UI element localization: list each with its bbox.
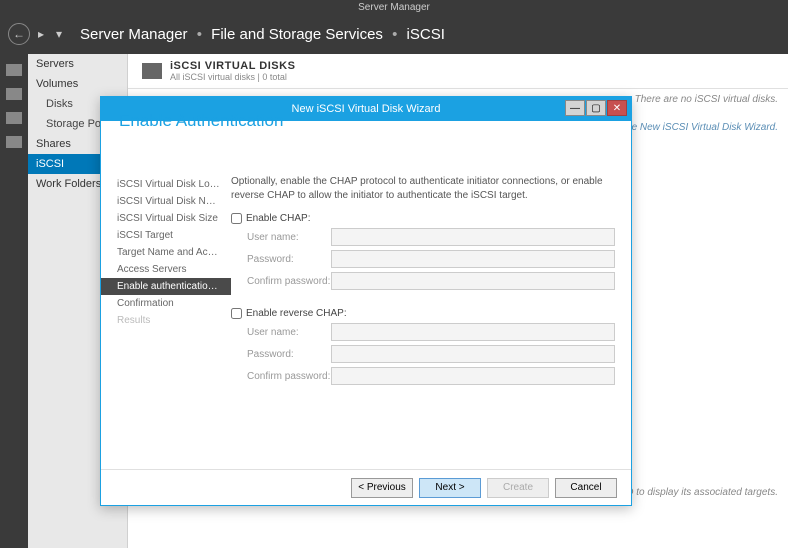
- step-access-servers[interactable]: Access Servers: [101, 261, 231, 278]
- wizard-dialog: New iSCSI Virtual Disk Wizard — ▢ ✕ Enab…: [100, 96, 632, 506]
- step-confirmation[interactable]: Confirmation: [101, 295, 231, 312]
- step-name[interactable]: iSCSI Virtual Disk Name: [101, 193, 231, 210]
- chap-pass-input[interactable]: [331, 250, 615, 268]
- chap-pass-label: Password:: [231, 254, 331, 265]
- icon-strip: [0, 54, 28, 548]
- chap-user-label: User name:: [231, 232, 331, 243]
- dialog-heading: Enable Authentication: [101, 97, 301, 141]
- up-button[interactable]: ▾: [52, 23, 66, 45]
- chap-confirm-label: Confirm password:: [231, 276, 331, 287]
- rchap-user-label: User name:: [231, 327, 331, 338]
- cancel-button[interactable]: Cancel: [555, 478, 617, 498]
- strip-icon[interactable]: [6, 112, 22, 124]
- sidebar-item-servers[interactable]: Servers: [28, 54, 127, 74]
- strip-icon[interactable]: [6, 136, 22, 148]
- rchap-pass-label: Password:: [231, 349, 331, 360]
- create-button: Create: [487, 478, 549, 498]
- hint-no-disks: There are no iSCSI virtual disks.: [635, 94, 778, 105]
- next-button[interactable]: Next >: [419, 478, 481, 498]
- app-titlebar: Server Manager: [0, 0, 788, 14]
- step-results: Results: [101, 312, 231, 329]
- maximize-button[interactable]: ▢: [586, 100, 606, 116]
- step-target[interactable]: iSCSI Target: [101, 227, 231, 244]
- rchap-user-input[interactable]: [331, 323, 615, 341]
- header: ← ▸ ▾ Server Manager • File and Storage …: [0, 14, 788, 54]
- close-button[interactable]: ✕: [607, 100, 627, 116]
- content-title: iSCSI VIRTUAL DISKS: [170, 60, 295, 72]
- app-title: Server Manager: [358, 2, 430, 13]
- rchap-pass-input[interactable]: [331, 345, 615, 363]
- minimize-button[interactable]: —: [565, 100, 585, 116]
- description-text: Optionally, enable the CHAP protocol to …: [231, 175, 615, 203]
- hint-targets: VHD to display its associated targets.: [612, 487, 778, 498]
- breadcrumb-root[interactable]: Server Manager: [80, 26, 188, 43]
- rchap-confirm-input[interactable]: [331, 367, 615, 385]
- content-header: iSCSI VIRTUAL DISKS All iSCSI virtual di…: [128, 54, 788, 89]
- dialog-content: Optionally, enable the CHAP protocol to …: [231, 121, 631, 469]
- chap-confirm-input[interactable]: [331, 272, 615, 290]
- step-authentication[interactable]: Enable authentication ser...: [101, 278, 231, 295]
- step-location[interactable]: iSCSI Virtual Disk Location: [101, 176, 231, 193]
- breadcrumb-section[interactable]: File and Storage Services: [211, 26, 383, 43]
- strip-icon[interactable]: [6, 88, 22, 100]
- rchap-confirm-label: Confirm password:: [231, 371, 331, 382]
- step-size[interactable]: iSCSI Virtual Disk Size: [101, 210, 231, 227]
- forward-button[interactable]: ▸: [34, 23, 48, 45]
- dialog-title: New iSCSI Virtual Disk Wizard: [292, 103, 441, 115]
- breadcrumb[interactable]: Server Manager • File and Storage Servic…: [80, 26, 445, 43]
- chap-user-input[interactable]: [331, 228, 615, 246]
- content-subtitle: All iSCSI virtual disks | 0 total: [170, 72, 295, 82]
- previous-button[interactable]: < Previous: [351, 478, 413, 498]
- enable-reverse-chap-checkbox[interactable]: Enable reverse CHAP:: [231, 308, 615, 319]
- sidebar-item-volumes[interactable]: Volumes: [28, 74, 127, 94]
- step-target-name[interactable]: Target Name and Access: [101, 244, 231, 261]
- enable-chap-checkbox[interactable]: Enable CHAP:: [231, 213, 615, 224]
- dialog-footer: < Previous Next > Create Cancel: [101, 469, 631, 505]
- disk-icon: [142, 63, 162, 79]
- strip-icon[interactable]: [6, 64, 22, 76]
- back-button[interactable]: ←: [8, 23, 30, 45]
- wizard-steps: Enable Authentication iSCSI Virtual Disk…: [101, 121, 231, 469]
- breadcrumb-leaf[interactable]: iSCSI: [407, 26, 445, 43]
